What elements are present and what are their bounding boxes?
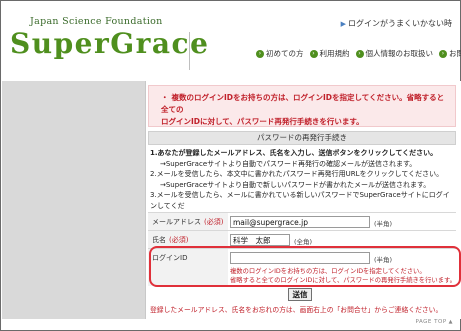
triangle-right-icon: ▶	[340, 20, 346, 28]
instruction-step-1-result: →SuperGraceサイトより自動でパスワード再発行の確認メールが送信されます…	[160, 159, 417, 168]
nav-item-label: 利用規約	[319, 49, 350, 58]
instruction-step-1: 1.あなたが登録したメールアドレス、氏名を入力し、送信ボタンをクリックしてくださ…	[150, 149, 438, 157]
name-field[interactable]	[230, 234, 290, 246]
nav-item-label: 個人情報のお取扱い	[365, 49, 434, 58]
login-help-link[interactable]: ▶ ログインがうまくいかない時	[341, 18, 452, 29]
header-nav: ›初めての方 ›利用規約 ›個人情報のお取扱い ›お問合せ	[256, 48, 461, 59]
left-sidebar	[2, 81, 145, 319]
page-top-link[interactable]: PAGE TOP ▲	[416, 319, 453, 325]
instruction-step-2-result: →SuperGraceサイトより自動で新しいパスワードが書かれたメールが送信され…	[160, 180, 431, 189]
arrow-circle-icon: ›	[309, 49, 318, 58]
submit-button[interactable]: 送信	[288, 288, 312, 301]
arrow-circle-icon: ›	[355, 49, 364, 58]
email-row: メールアドレス(必須) (半角)	[148, 212, 456, 230]
triangle-up-icon: ▲	[448, 319, 453, 325]
nav-item-contact[interactable]: ›お問合せ	[439, 48, 461, 59]
email-label: メールアドレス (必須)	[152, 218, 224, 226]
logo-subtitle: Japan Science Foundation	[30, 16, 163, 27]
site-logo[interactable]: SuperGrace	[10, 27, 209, 60]
arrow-circle-icon: ›	[439, 49, 447, 58]
required-badge: (必須)	[204, 218, 224, 226]
site-header: Japan Science Foundation SuperGrace ▶ ログイ…	[2, 2, 461, 80]
warning-notice: ・複数のログインIDをお持ちの方は、ログインIDを指定してください。省略すると全…	[148, 85, 456, 127]
nav-item-label: お問合せ	[449, 49, 461, 58]
email-field[interactable]	[230, 216, 370, 228]
instruction-step-2: 2.メールを受信したら、本文中に書かれたパスワード再発行用URLをクリックしてく…	[150, 170, 444, 178]
email-hint: (半角)	[374, 220, 393, 228]
instruction-step-3: 3.メールを受信したら、メールに書かれている新しいパスワードでSuperGrac…	[150, 191, 450, 210]
footer-note: 登録したメールアドレス、氏名をお忘れの方は、画面右上の「お問合せ」からご連絡くだ…	[150, 306, 443, 314]
notice-line-2: ログインIDに対して、パスワード再発行手続きを行います。	[161, 117, 364, 126]
notice-line-1: ・複数のログインIDをお持ちの方は、ログインIDを指定してください。省略すると全…	[161, 93, 445, 114]
section-title: パスワードの再発行手続き	[148, 131, 456, 145]
instructions: 1.あなたが登録したメールアドレス、氏名を入力し、送信ボタンをクリックしてくださ…	[150, 148, 456, 222]
nav-item-first-time[interactable]: › 初めての方	[256, 48, 304, 59]
browser-frame: Japan Science Foundation SuperGrace ▶ ログイ…	[0, 0, 461, 331]
nav-item-terms[interactable]: › 利用規約	[309, 48, 350, 59]
nav-item-privacy[interactable]: › 個人情報のお取扱い	[355, 48, 434, 59]
login-help-label: ログインがうまくいかない時	[348, 19, 452, 28]
name-label: 氏名 (必須)	[152, 236, 189, 244]
login-id-highlight	[149, 246, 461, 287]
header-divider	[189, 32, 190, 70]
name-hint: (全角)	[294, 238, 313, 246]
required-badge: (必須)	[169, 236, 189, 244]
nav-item-label: 初めての方	[266, 49, 304, 58]
arrow-circle-icon: ›	[256, 49, 264, 58]
